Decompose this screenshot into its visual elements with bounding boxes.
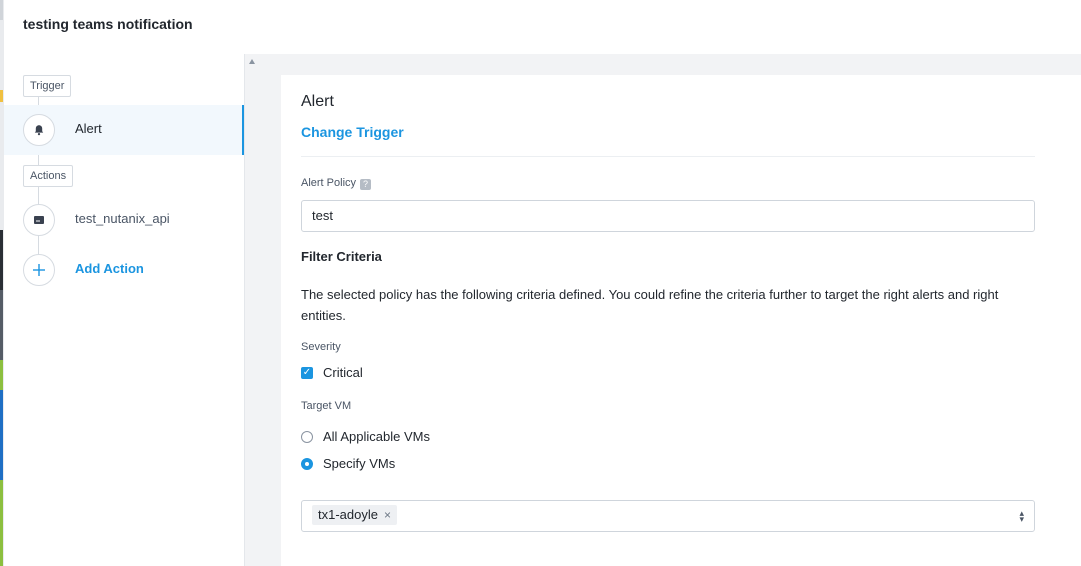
- plus-icon: [23, 254, 55, 286]
- radio-label: All Applicable VMs: [323, 429, 430, 444]
- trigger-config-panel: Alert Change Trigger Alert Policy? test …: [281, 75, 1081, 566]
- sidebar-step-action[interactable]: test_nutanix_api: [4, 195, 244, 245]
- remove-chip-icon[interactable]: ×: [384, 508, 391, 522]
- bell-icon: [23, 114, 55, 146]
- sidebar-step-alert[interactable]: Alert: [4, 105, 244, 155]
- filter-criteria-title: Filter Criteria: [301, 249, 382, 264]
- scrollbar-track[interactable]: [245, 54, 281, 566]
- modal-header: testing teams notification: [4, 0, 1081, 54]
- radio-button: [301, 431, 313, 443]
- scroll-up-icon[interactable]: [249, 59, 255, 64]
- help-icon[interactable]: ?: [360, 179, 372, 190]
- alert-policy-label: Alert Policy?: [301, 177, 372, 190]
- panel-heading: Alert: [301, 93, 334, 110]
- sidebar-step-label: Alert: [75, 121, 102, 136]
- vm-chip-label: tx1-adoyle: [318, 507, 378, 522]
- alert-policy-label-text: Alert Policy: [301, 177, 357, 189]
- page-title: testing teams notification: [23, 16, 193, 32]
- divider: [301, 156, 1035, 157]
- sidebar-step-label: test_nutanix_api: [75, 211, 170, 226]
- checkmark-icon: ✓: [301, 367, 313, 379]
- filter-criteria-description: The selected policy has the following cr…: [301, 287, 999, 323]
- workflow-sidebar: Trigger Alert Actions test_nutanix_api A…: [4, 54, 245, 566]
- change-trigger-link[interactable]: Change Trigger: [301, 124, 404, 140]
- select-caret-icon: ▴ ▾: [1019, 508, 1024, 524]
- add-action-label: Add Action: [75, 261, 144, 276]
- radio-label: Specify VMs: [323, 456, 396, 471]
- terminal-icon: [23, 204, 55, 236]
- trigger-tag: Trigger: [23, 75, 72, 97]
- panel-top-gutter: [281, 54, 1081, 75]
- checkbox-label: Critical: [323, 365, 363, 380]
- radio-button: [301, 458, 313, 470]
- vm-multiselect[interactable]: tx1-adoyle × ▴ ▾: [301, 500, 1035, 532]
- vm-chip: tx1-adoyle ×: [312, 505, 397, 525]
- actions-tag: Actions: [23, 165, 74, 187]
- add-action-button[interactable]: Add Action: [4, 245, 244, 295]
- target-vm-label: Target VM: [301, 400, 352, 412]
- severity-label: Severity: [301, 341, 341, 353]
- alert-policy-field[interactable]: test: [301, 200, 1035, 232]
